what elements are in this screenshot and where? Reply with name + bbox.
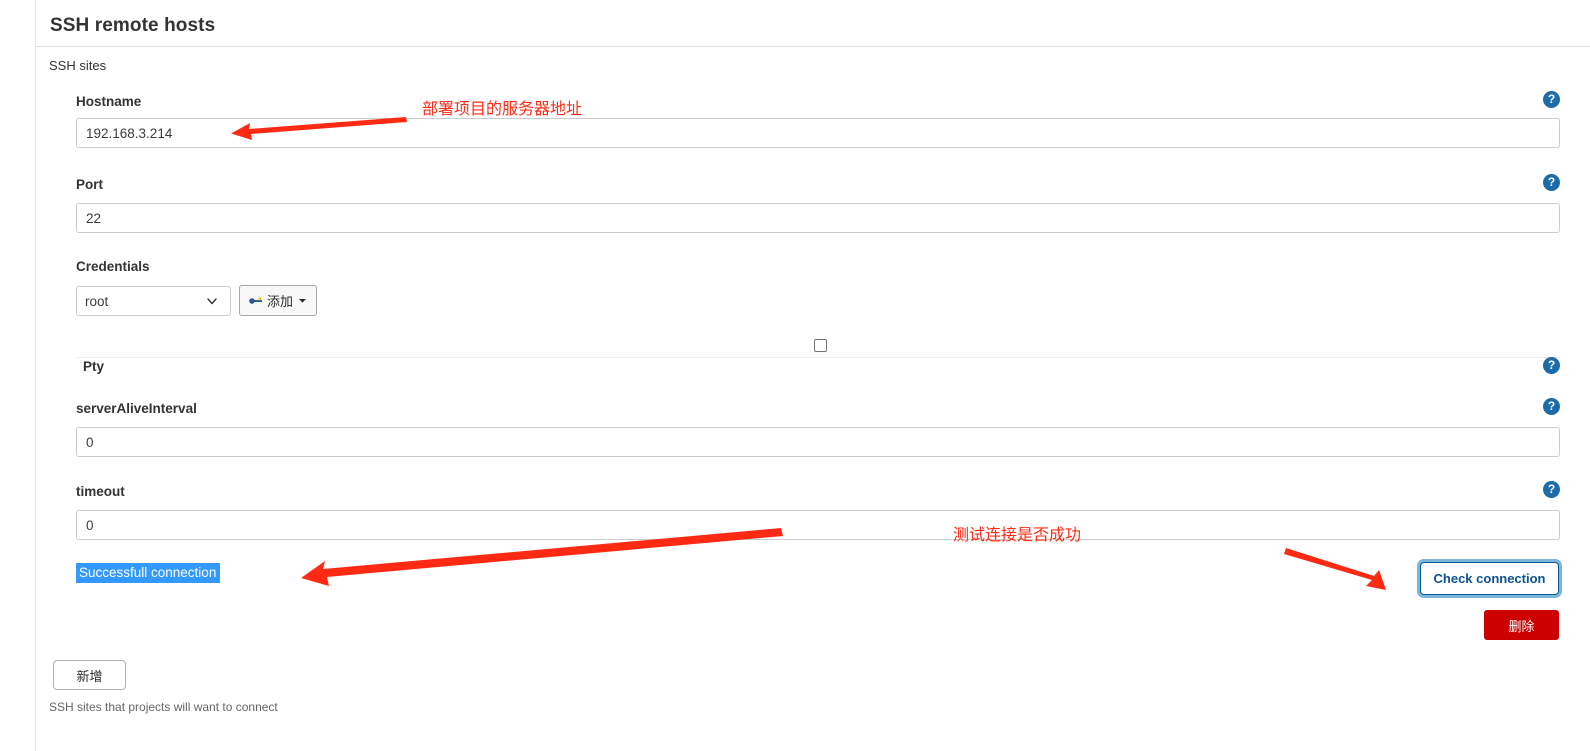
credentials-label: Credentials	[76, 259, 150, 274]
timeout-help-icon[interactable]: ?	[1543, 481, 1560, 498]
delete-button[interactable]: 删除	[1484, 610, 1559, 640]
server-alive-interval-input[interactable]	[76, 427, 1560, 457]
connection-status-text: Successfull connection	[76, 563, 221, 583]
timeout-label: timeout	[76, 484, 125, 499]
pty-checkbox[interactable]	[814, 339, 827, 352]
annotation-arrow-check-button	[1284, 548, 1386, 590]
server-alive-interval-label: serverAliveInterval	[76, 401, 197, 416]
hostname-input[interactable]	[76, 118, 1560, 148]
pty-label: Pty	[83, 359, 105, 374]
footer-help-text: SSH sites that projects will want to con…	[49, 700, 278, 714]
port-help-icon[interactable]: ?	[1543, 174, 1560, 191]
add-credentials-label: 添加	[267, 294, 294, 309]
annotation-arrow-layer	[231, 117, 1386, 590]
key-icon	[249, 297, 262, 304]
left-divider	[35, 0, 36, 751]
add-ssh-site-button[interactable]: 新增	[53, 660, 126, 690]
check-connection-button[interactable]: Check connection	[1420, 562, 1559, 595]
port-label: Port	[76, 177, 103, 192]
timeout-input[interactable]	[76, 510, 1560, 540]
title-divider	[36, 46, 1590, 47]
annotation-hostname: 部署项目的服务器地址	[422, 101, 583, 118]
hostname-help-icon[interactable]: ?	[1543, 91, 1560, 108]
hostname-label: Hostname	[76, 94, 142, 109]
annotation-check-connection: 测试连接是否成功	[953, 527, 1082, 544]
server-alive-interval-help-icon[interactable]: ?	[1543, 398, 1560, 415]
add-credentials-button[interactable]: 添加	[239, 285, 318, 316]
page-title: SSH remote hosts	[50, 15, 216, 36]
credentials-select[interactable]: root	[76, 286, 231, 316]
pty-help-icon[interactable]: ?	[1543, 357, 1560, 374]
section-label-ssh-sites: SSH sites	[49, 58, 107, 73]
port-input[interactable]	[76, 203, 1560, 233]
pty-divider	[76, 357, 1560, 358]
chevron-down-icon	[299, 299, 307, 303]
